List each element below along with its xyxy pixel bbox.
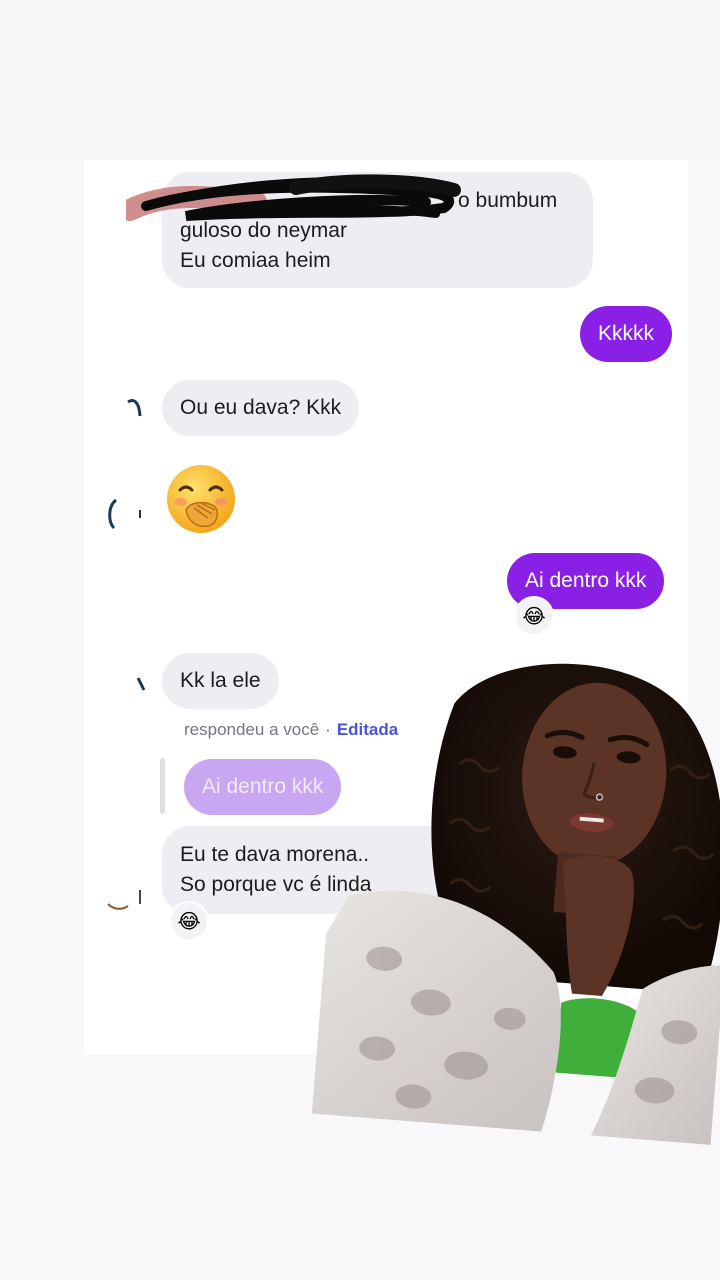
avatar[interactable] — [104, 884, 144, 914]
reaction-badge[interactable]: 😂 — [169, 901, 209, 941]
message-incoming[interactable]: Kk la ele — [162, 653, 279, 709]
person-photo — [311, 663, 720, 1145]
face-with-hand-over-mouth-icon[interactable] — [164, 462, 238, 536]
redaction-scribble — [126, 174, 461, 221]
quoted-message[interactable]: Ai dentro kkk — [184, 759, 342, 815]
message-text: Kkkkk — [598, 322, 655, 345]
message-outgoing[interactable]: Kkkkk — [580, 306, 673, 362]
message-incoming[interactable]: Ou eu dava? Kkk — [162, 380, 360, 436]
reaction-badge[interactable]: 😂 — [514, 596, 554, 636]
message-text: Ou eu dava? Kkk — [180, 396, 342, 419]
tears-of-joy-icon: 😂 — [522, 605, 546, 628]
avatar[interactable] — [126, 396, 142, 418]
quoted-text: Ai dentro kkk — [202, 775, 324, 798]
avatar[interactable] — [134, 672, 150, 694]
person-photo-overlay — [311, 635, 720, 1145]
top-background — [0, 0, 720, 160]
avatar[interactable] — [106, 496, 146, 530]
separator: · — [325, 720, 331, 739]
tears-of-joy-icon: 😂 — [177, 910, 201, 933]
reply-label-text: respondeu a você — [184, 720, 320, 739]
message-text: Kk la ele — [180, 669, 261, 692]
message-text: Ai dentro kkk — [525, 569, 647, 592]
quote-bar — [160, 758, 165, 814]
message-text: Eu comiaa heim — [180, 249, 331, 272]
